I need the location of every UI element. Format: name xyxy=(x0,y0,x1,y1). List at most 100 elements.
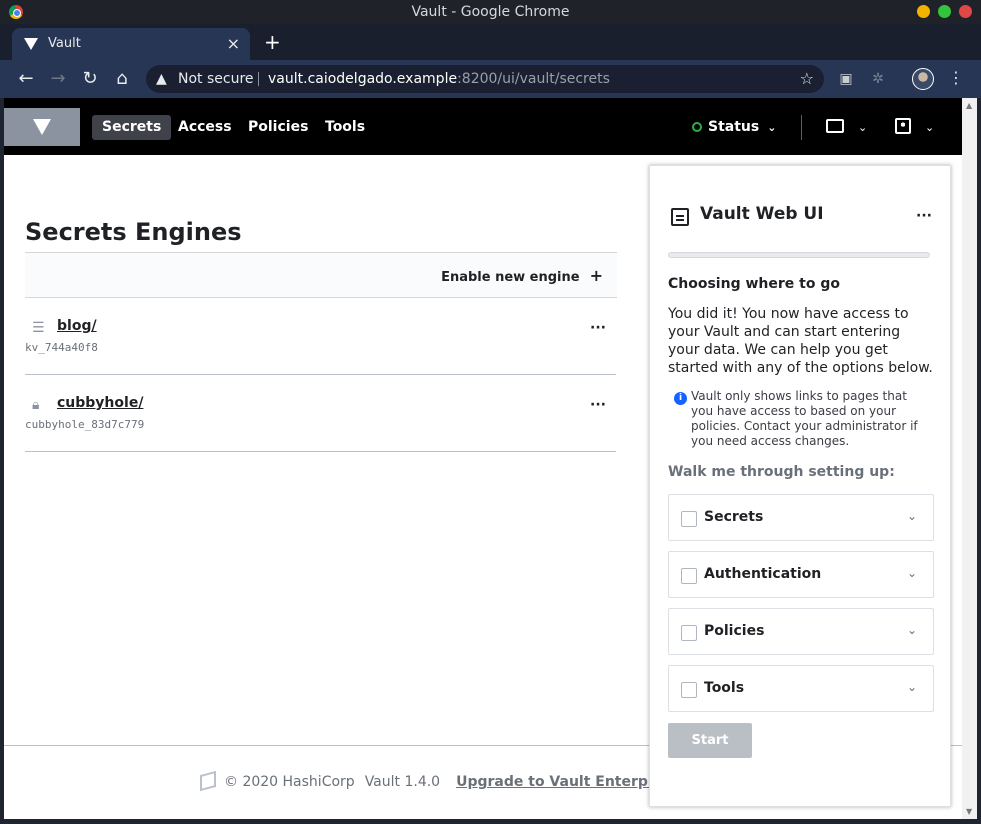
choice-label: Policies xyxy=(704,623,765,639)
choice-label: Authentication xyxy=(704,566,822,582)
footer: © 2020 HashiCorp Vault 1.4.0 Upgrade to Va… xyxy=(200,770,677,792)
vault-navbar: Secrets Access Policies Tools Status ⌄ ⌄ … xyxy=(4,98,962,155)
wizard-menu-button[interactable]: ··· xyxy=(916,208,932,224)
checkbox[interactable] xyxy=(681,511,697,527)
scroll-up-icon[interactable]: ▲ xyxy=(966,101,972,110)
browser-menu-icon[interactable]: ⋮ xyxy=(948,68,964,87)
vault-favicon-icon xyxy=(24,38,38,50)
checkbox[interactable] xyxy=(681,568,697,584)
extension-icon[interactable]: ▣ xyxy=(836,69,856,89)
address-bar[interactable]: ▲ Not secure vault.caiodelgado.example:8… xyxy=(146,65,824,93)
user-menu[interactable]: ⌄ xyxy=(895,115,934,140)
chevron-down-icon: ⌄ xyxy=(767,121,777,134)
bookmark-star-icon[interactable]: ☆ xyxy=(800,65,814,93)
close-window-button[interactable] xyxy=(959,5,972,18)
chevron-down-icon: ⌄ xyxy=(906,623,917,637)
nav-access[interactable]: Access xyxy=(168,115,242,140)
browser-window: Vault - Google Chrome Vault × + ← → ↻ ⌂ … xyxy=(0,0,981,824)
window-title: Vault - Google Chrome xyxy=(411,4,570,20)
minimize-button[interactable] xyxy=(917,5,930,18)
maximize-button[interactable] xyxy=(938,5,951,18)
status-ok-icon xyxy=(692,122,702,132)
engine-menu-button[interactable]: ··· xyxy=(590,320,606,336)
engine-name[interactable]: blog/ xyxy=(57,318,97,334)
console-menu[interactable]: ⌄ xyxy=(826,115,867,140)
page-scrollbar[interactable]: ▲ ▼ xyxy=(962,98,977,819)
engine-id: cubbyhole_83d7c779 xyxy=(25,418,145,431)
choice-secrets[interactable]: Secrets ⌄ xyxy=(668,494,934,541)
nav-tools[interactable]: Tools xyxy=(315,115,375,140)
status-label: Status xyxy=(708,119,760,135)
choice-label: Secrets xyxy=(704,509,764,525)
choice-label: Tools xyxy=(704,680,745,696)
wizard-panel: Vault Web UI ··· Choosing where to go Yo… xyxy=(649,165,951,807)
choice-tools[interactable]: Tools ⌄ xyxy=(668,665,934,712)
engine-id: kv_744a40f8 xyxy=(25,341,98,354)
security-status[interactable]: Not secure xyxy=(178,65,254,93)
engine-row[interactable]: 🔒︎ cubbyhole/ cubbyhole_83d7c779 ··· xyxy=(25,375,616,452)
start-button[interactable]: Start xyxy=(668,723,752,758)
version: Vault 1.4.0 xyxy=(364,774,441,790)
engines-toolbar: Enable new engine + xyxy=(25,252,617,298)
chevron-down-icon: ⌄ xyxy=(906,680,917,694)
engine-row[interactable]: ☰ blog/ kv_744a40f8 ··· xyxy=(25,298,616,375)
tab-title: Vault xyxy=(48,36,81,51)
terminal-icon xyxy=(826,119,844,133)
profile-avatar[interactable] xyxy=(912,68,934,90)
home-icon[interactable]: ⌂ xyxy=(111,68,133,89)
page-viewport: Secrets Access Policies Tools Status ⌄ ⌄ … xyxy=(4,98,962,819)
wizard-heading: Choosing where to go xyxy=(668,276,840,292)
os-title-bar: Vault - Google Chrome xyxy=(0,0,981,24)
upgrade-link[interactable]: Upgrade to Vault Enterprise xyxy=(456,774,677,790)
user-icon xyxy=(895,118,911,134)
enable-new-engine-button[interactable]: Enable new engine + xyxy=(441,266,603,285)
checkbox[interactable] xyxy=(681,682,697,698)
wizard-note-text: Vault only shows links to pages that you… xyxy=(691,389,918,448)
vault-triangle-icon xyxy=(33,119,51,135)
chevron-down-icon: ⌄ xyxy=(858,121,868,134)
page-title: Secrets Engines xyxy=(25,218,242,246)
vault-logo[interactable] xyxy=(4,108,80,146)
document-icon xyxy=(671,208,689,226)
choice-policies[interactable]: Policies ⌄ xyxy=(668,608,934,655)
url-text[interactable]: vault.caiodelgado.example:8200/ui/vault/… xyxy=(268,65,610,93)
reload-icon[interactable]: ↻ xyxy=(79,68,101,89)
omnibox-separator xyxy=(258,72,259,86)
copyright: © 2020 HashiCorp xyxy=(224,774,355,790)
nav-divider xyxy=(801,115,802,140)
wizard-subheading: Walk me through setting up: xyxy=(668,464,895,480)
wizard-progress xyxy=(668,252,930,258)
tab-close-icon[interactable]: × xyxy=(227,34,240,53)
lock-icon: 🔒︎ xyxy=(32,397,40,413)
extension-puzzle-icon[interactable]: ✲ xyxy=(868,69,888,89)
wizard-body: You did it! You now have access to your … xyxy=(668,306,933,376)
status-menu[interactable]: Status ⌄ xyxy=(692,115,776,140)
chevron-down-icon: ⌄ xyxy=(906,509,917,523)
tab-strip: Vault × + xyxy=(0,24,981,60)
chevron-down-icon: ⌄ xyxy=(906,566,917,580)
enable-engine-label: Enable new engine xyxy=(441,270,580,285)
info-icon: i xyxy=(674,392,687,405)
hashicorp-logo-icon xyxy=(200,770,216,792)
browser-toolbar: ← → ↻ ⌂ ▲ Not secure vault.caiodelgado.e… xyxy=(0,60,981,98)
wizard-title: Vault Web UI xyxy=(700,204,824,224)
list-icon: ☰ xyxy=(32,320,45,336)
url-host: vault.caiodelgado.example xyxy=(268,71,458,87)
engine-menu-button[interactable]: ··· xyxy=(590,397,606,413)
chrome-logo-icon xyxy=(9,5,23,19)
tab-vault[interactable]: Vault × xyxy=(12,28,250,60)
nav-secrets[interactable]: Secrets xyxy=(92,115,172,140)
engine-name[interactable]: cubbyhole/ xyxy=(57,395,143,411)
url-path: :8200/ui/vault/secrets xyxy=(457,71,610,87)
chevron-down-icon: ⌄ xyxy=(925,121,935,134)
forward-arrow-icon[interactable]: → xyxy=(47,68,69,89)
new-tab-button[interactable]: + xyxy=(264,30,281,54)
back-arrow-icon[interactable]: ← xyxy=(15,68,37,89)
plus-icon: + xyxy=(589,266,603,285)
scroll-down-icon[interactable]: ▼ xyxy=(966,807,972,816)
window-controls xyxy=(917,5,972,18)
warning-icon[interactable]: ▲ xyxy=(156,65,167,93)
choice-authentication[interactable]: Authentication ⌄ xyxy=(668,551,934,598)
nav-policies[interactable]: Policies xyxy=(238,115,318,140)
checkbox[interactable] xyxy=(681,625,697,641)
